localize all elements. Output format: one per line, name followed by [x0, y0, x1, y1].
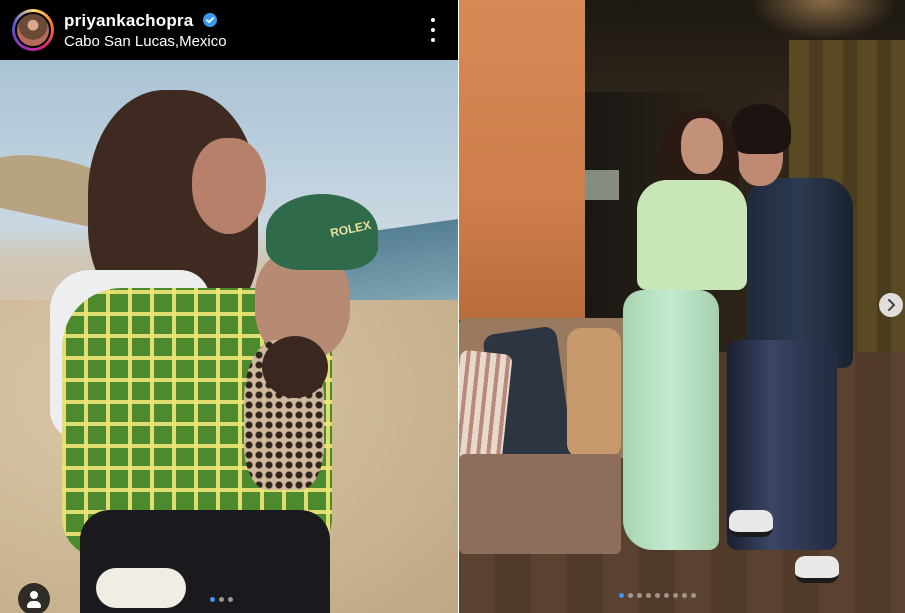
location-text[interactable]: Cabo San Lucas,Mexico: [64, 33, 227, 50]
photo-sneaker: [795, 556, 839, 583]
photo-light: [749, 0, 899, 40]
chevron-right-icon: [888, 299, 895, 311]
photo-sofa-arm: [567, 328, 621, 458]
post-photo-beach[interactable]: ROLEX: [0, 60, 458, 613]
post-header: priyankachopra Cabo San Lucas,Mexico: [0, 0, 458, 60]
carousel-dot: [628, 593, 633, 598]
carousel-dot: [682, 593, 687, 598]
photo-sneaker: [729, 510, 773, 537]
photo-sofa-seat: [459, 454, 621, 554]
carousel-dot: [210, 597, 215, 602]
photo-man-hair: [731, 104, 791, 154]
carousel-dot: [619, 593, 624, 598]
photo-woman-skirt: [623, 290, 719, 550]
carousel-dot: [691, 593, 696, 598]
photo-baby-head: [262, 336, 328, 398]
more-options-icon[interactable]: [423, 18, 443, 42]
carousel-dot: [637, 593, 642, 598]
avatar[interactable]: [12, 9, 54, 51]
carousel-dots-right: [619, 593, 696, 598]
photo-woman-top: [637, 180, 747, 290]
user-tag-icon[interactable]: [18, 583, 50, 613]
verified-badge-icon: [203, 13, 217, 27]
carousel-dot: [664, 593, 669, 598]
photo-shoe: [96, 568, 186, 608]
carousel-dot: [655, 593, 660, 598]
photo-wall-orange: [459, 0, 585, 320]
carousel-dot: [646, 593, 651, 598]
carousel-dots-left: [210, 597, 233, 602]
post-left: priyankachopra Cabo San Lucas,Mexico ROL…: [0, 0, 458, 613]
photo-woman-face: [192, 138, 266, 234]
next-button[interactable]: [879, 293, 903, 317]
carousel-dot: [228, 597, 233, 602]
carousel-dot: [219, 597, 224, 602]
avatar-image: [15, 12, 51, 48]
carousel-dot: [673, 593, 678, 598]
post-photo-room[interactable]: [459, 0, 905, 613]
photo-woman-face: [681, 118, 723, 174]
username[interactable]: priyankachopra: [64, 11, 193, 31]
